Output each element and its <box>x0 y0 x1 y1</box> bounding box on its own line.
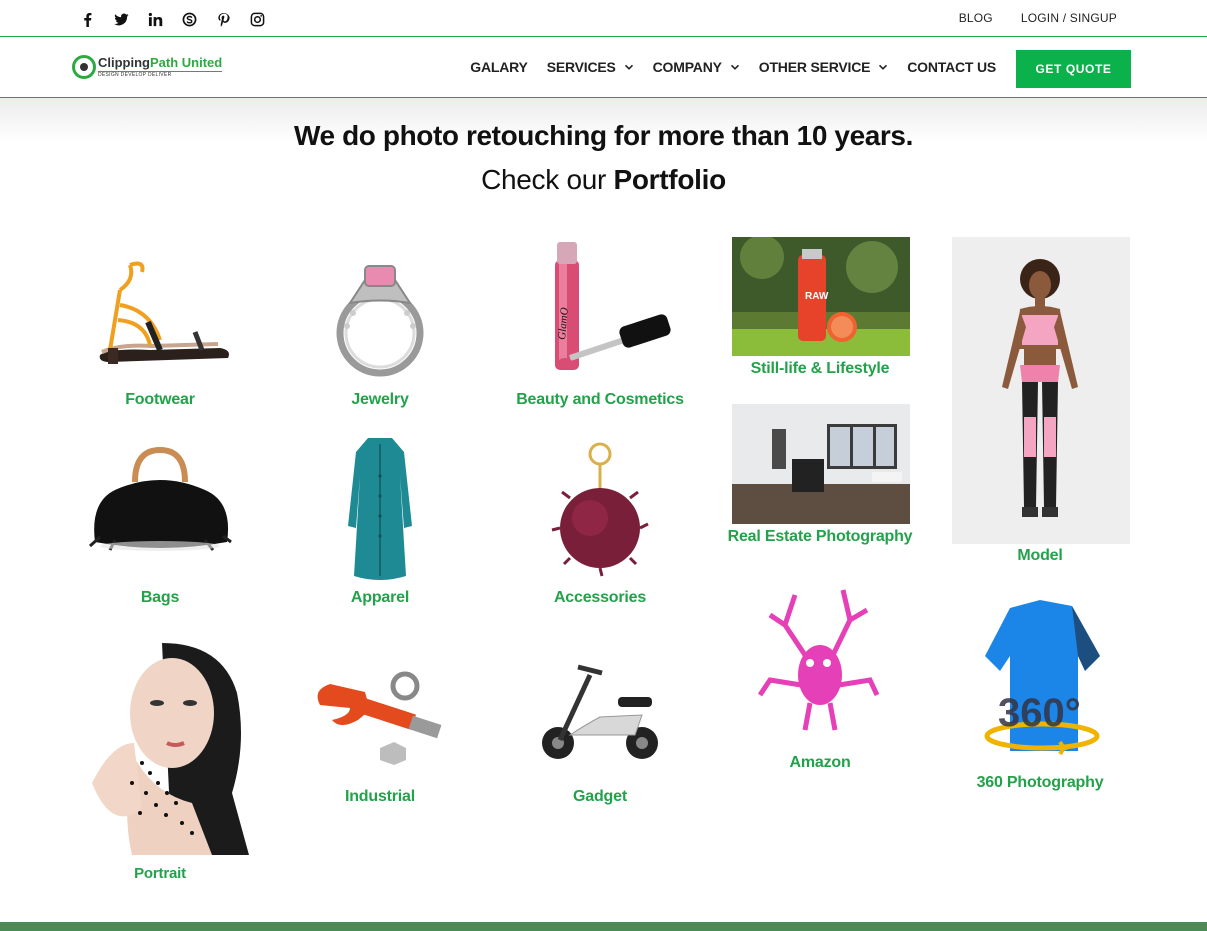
social-links <box>70 9 274 29</box>
portfolio-item-portrait[interactable]: Portrait <box>50 633 270 893</box>
industrial-image <box>310 670 450 765</box>
top-links: BLOG LOGIN / SINGUP <box>959 11 1117 25</box>
portfolio-word: Portfolio <box>613 164 727 195</box>
accessories-image <box>550 440 650 580</box>
chevron-down-icon <box>730 64 739 70</box>
logo-mark-icon <box>72 55 96 79</box>
apparel-image <box>340 436 420 584</box>
accessories-label: Accessories <box>553 589 647 606</box>
skype-icon[interactable] <box>172 9 206 29</box>
logo-text: ClippingPath United DESIGN DEVELOP DELIV… <box>98 55 223 78</box>
real-estate-image <box>732 404 910 524</box>
facebook-icon[interactable] <box>70 9 104 29</box>
portfolio-item-model[interactable]: Model <box>930 237 1152 572</box>
portfolio-item-footwear[interactable]: Footwear <box>50 240 270 420</box>
login-signup-link[interactable]: LOGIN / SINGUP <box>1021 11 1117 25</box>
portfolio-item-gadget[interactable]: Gadget <box>490 655 710 815</box>
nav-label: SERVICES <box>546 59 616 75</box>
industrial-label: Industrial <box>344 788 415 805</box>
chevron-down-icon <box>879 64 888 70</box>
portfolio-item-apparel[interactable]: Apparel <box>270 436 490 616</box>
pinterest-icon[interactable] <box>206 9 240 29</box>
still-life-label: Still-life & Lifestyle <box>750 360 890 377</box>
amazon-label: Amazon <box>789 754 851 771</box>
nav-label: GALARY <box>470 59 528 75</box>
blog-link[interactable]: BLOG <box>959 11 993 25</box>
footwear-image <box>90 260 240 370</box>
bags-label: Bags <box>140 589 180 606</box>
nav-item-other-service[interactable]: OTHER SERVICE <box>759 59 889 75</box>
nav-label: CONTACT US <box>907 59 996 75</box>
portfolio-item-beauty-cosmetics[interactable]: GlamO Beauty and Cosmetics <box>490 240 710 420</box>
beauty-cosmetics-image: GlamO <box>525 240 675 380</box>
portfolio-item-real-estate[interactable]: Real Estate Photography <box>710 404 932 554</box>
amazon-image <box>755 585 885 735</box>
nav-item-contact-us[interactable]: CONTACT US <box>907 59 996 75</box>
model-image <box>952 237 1130 544</box>
logo-tagline: DESIGN DEVELOP DELIVER <box>98 71 223 78</box>
portfolio-item-bags[interactable]: Bags <box>50 438 270 618</box>
portfolio-item-industrial[interactable]: Industrial <box>270 655 490 815</box>
nav-item-company[interactable]: COMPANY <box>653 59 740 75</box>
gadget-label: Gadget <box>573 788 627 805</box>
photography-360-image: 360° <box>980 596 1105 761</box>
nav-label: OTHER SERVICE <box>758 59 871 75</box>
svg-text:RAW: RAW <box>805 291 829 302</box>
logo-name: ClippingPath United <box>98 55 223 70</box>
jewelry-image <box>325 258 435 378</box>
twitter-icon[interactable] <box>104 9 138 29</box>
nav-item-galary[interactable]: GALARY <box>470 59 528 75</box>
site-logo[interactable]: ClippingPath United DESIGN DEVELOP DELIV… <box>72 52 223 82</box>
bags-image <box>85 442 235 554</box>
apparel-label: Apparel <box>350 589 410 606</box>
nav-label: COMPANY <box>652 59 722 75</box>
linkedin-icon[interactable] <box>138 9 172 29</box>
top-bar: BLOG LOGIN / SINGUP <box>0 0 1207 37</box>
hero-section: We do photo retouching for more than 10 … <box>0 98 1207 218</box>
portfolio-item-amazon[interactable]: Amazon <box>710 585 932 785</box>
footwear-label: Footwear <box>125 391 195 408</box>
instagram-icon[interactable] <box>240 9 274 29</box>
portfolio-item-accessories[interactable]: Accessories <box>490 440 710 620</box>
model-label: Model <box>1017 547 1063 564</box>
real-estate-label: Real Estate Photography <box>727 528 913 545</box>
jewelry-label: Jewelry <box>351 391 409 408</box>
360-photography-label: 360 Photography <box>976 774 1104 791</box>
portfolio-item-still-life[interactable]: RAW Still-life & Lifestyle <box>710 237 930 387</box>
main-header: ClippingPath United DESIGN DEVELOP DELIV… <box>0 37 1207 98</box>
chevron-down-icon <box>624 64 633 70</box>
gadget-image <box>530 655 670 765</box>
portrait-label: Portrait <box>134 865 186 882</box>
hero-title: We do photo retouching for more than 10 … <box>294 120 913 151</box>
nav-item-services[interactable]: SERVICES <box>547 59 634 75</box>
get-quote-button[interactable]: GET QUOTE <box>1016 50 1131 88</box>
portfolio-item-jewelry[interactable]: Jewelry <box>270 240 490 420</box>
portfolio-item-360-photography[interactable]: 360° 360 Photography <box>930 596 1152 796</box>
footer-bar <box>0 922 1207 931</box>
still-life-image: RAW <box>732 237 910 356</box>
portrait-image <box>72 633 249 855</box>
beauty-cosmetics-label: Beauty and Cosmetics <box>516 391 684 408</box>
main-nav: GALARY SERVICES COMPANY OTHER SERVICE CO… <box>451 59 996 75</box>
hero-subtitle: Check our Portfolio <box>481 164 727 195</box>
svg-text:360°: 360° <box>998 691 1081 735</box>
